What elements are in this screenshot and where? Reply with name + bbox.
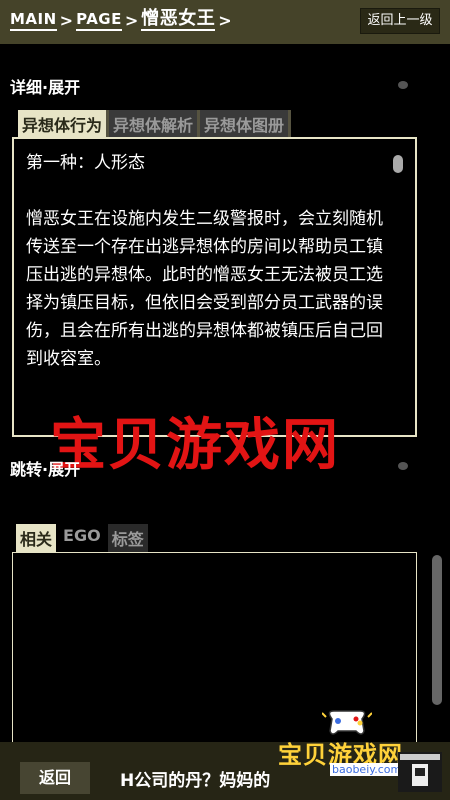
tab-gallery[interactable]: 异想体图册 (200, 110, 289, 138)
tab-behavior[interactable]: 异想体行为 (18, 110, 107, 138)
breadcrumb-separator: > (124, 11, 139, 30)
breadcrumb: MAIN > PAGE > 憎恶女王 > (10, 9, 235, 31)
toggle-dot-icon[interactable] (398, 81, 408, 89)
breadcrumb-separator: > (218, 11, 232, 30)
detail-scrollbar[interactable] (393, 155, 403, 173)
content-subheading: 第一种：人形态 (26, 153, 145, 173)
back-up-button[interactable]: 返回上一级 (360, 8, 440, 34)
footer-text: H公司的丹？妈妈的 (120, 771, 271, 791)
gamepad-icon (322, 710, 372, 735)
logo-url: baobeiy.com (330, 763, 404, 776)
breadcrumb-current: 憎恶女王 (141, 8, 216, 31)
detail-section-title[interactable]: 详细·展开 (10, 74, 80, 98)
tab-tags[interactable]: 标签 (107, 524, 148, 552)
tab-related[interactable]: 相关 (16, 524, 57, 552)
toggle-dot-icon[interactable] (398, 462, 408, 470)
breadcrumb-main[interactable]: MAIN (10, 9, 57, 31)
watermark-text: 宝贝游戏网 (50, 412, 340, 478)
jump-section-title[interactable]: 跳转·展开 (10, 456, 80, 480)
tab-analysis[interactable]: 异想体解析 (109, 110, 198, 138)
back-button[interactable]: 返回 (20, 762, 90, 794)
page-scrollbar[interactable] (432, 555, 442, 705)
detail-tabs: 异想体行为 异想体解析 异想体图册 (18, 110, 292, 138)
tab-ego[interactable]: EGO (59, 524, 105, 552)
breadcrumb-page[interactable]: PAGE (76, 9, 122, 31)
detail-content: 第一种：人形态 憎恶女王在设施内发生二级警报时，会立刻随机传送至一个存在出逃异想… (26, 149, 386, 373)
detail-content-panel[interactable]: 第一种：人形态 憎恶女王在设施内发生二级警报时，会立刻随机传送至一个存在出逃异想… (12, 137, 417, 437)
breadcrumb-separator: > (59, 11, 74, 30)
jump-tabs: 相关 EGO 标签 (16, 524, 151, 552)
header-bar: MAIN > PAGE > 憎恶女王 > 返回上一级 (0, 0, 450, 44)
avatar-badge-icon (398, 752, 442, 792)
content-body: 憎恶女王在设施内发生二级警报时，会立刻随机传送至一个存在出逃异想体的房间以帮助员… (26, 209, 383, 369)
